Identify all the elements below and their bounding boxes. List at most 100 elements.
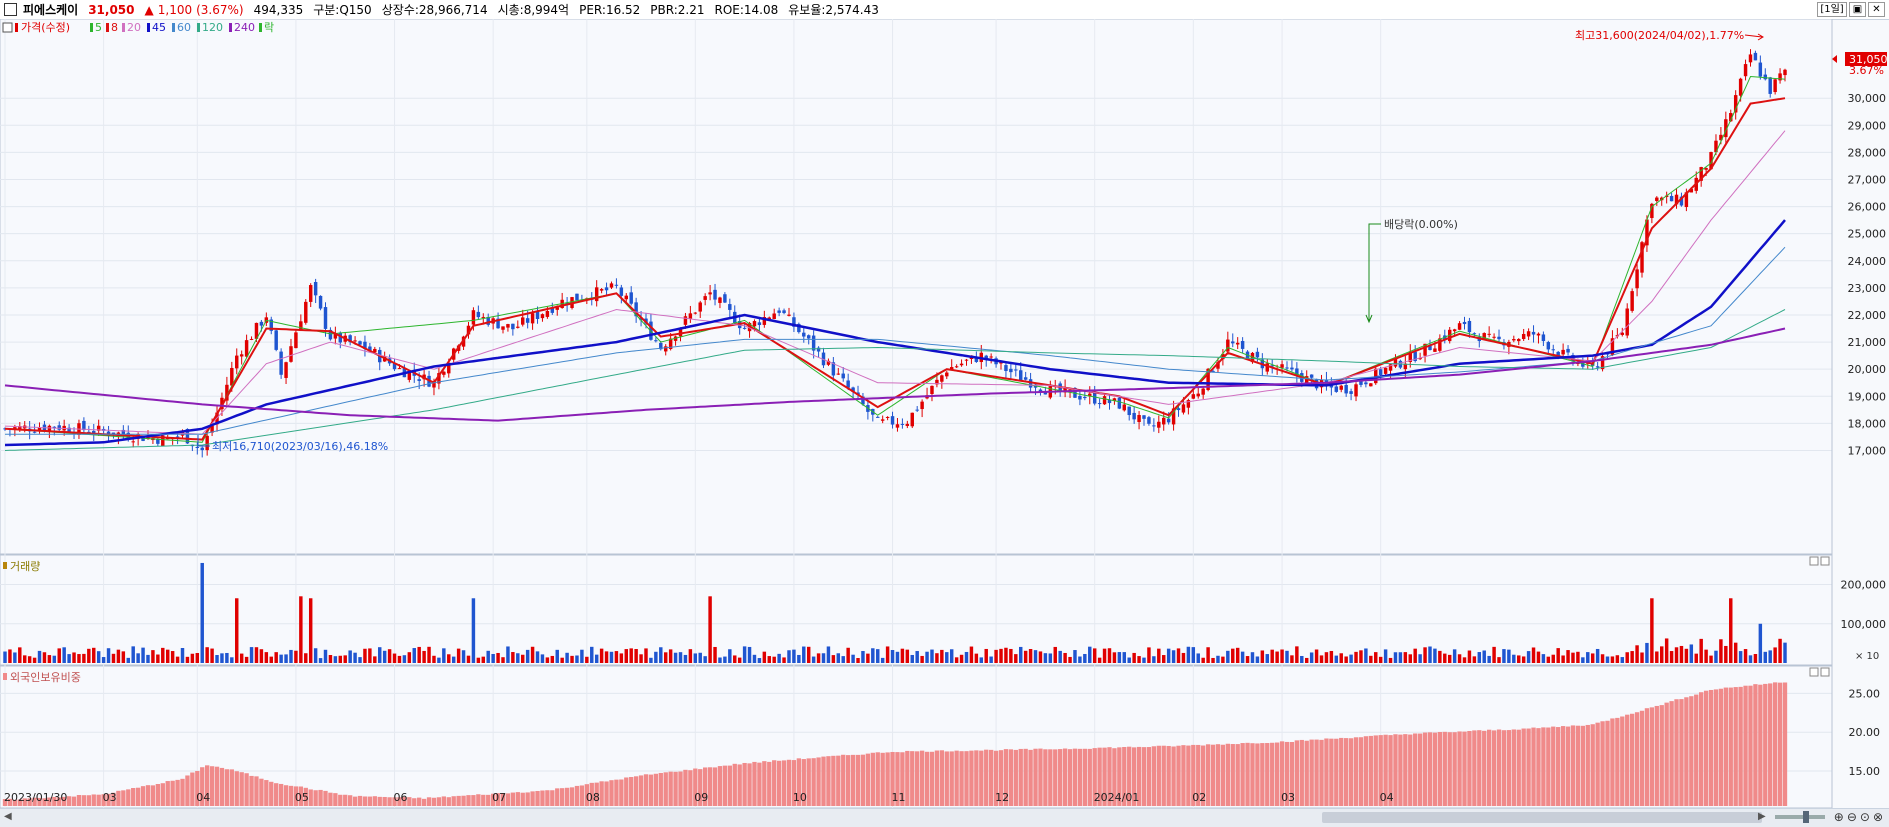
- legend-ma240-label[interactable]: 240: [234, 21, 255, 34]
- foreign-bar: [1570, 725, 1576, 806]
- shares-value: 상장수:28,966,714: [381, 3, 488, 17]
- volume-bar: [1171, 650, 1176, 663]
- candle-body: [1097, 403, 1102, 405]
- scroll-left-icon[interactable]: ◀: [4, 811, 12, 822]
- legend-ma8-label[interactable]: 8: [111, 21, 118, 34]
- foreign-bar: [525, 792, 530, 806]
- candle-body: [358, 341, 362, 345]
- volume-bar: [1058, 650, 1062, 663]
- legend-ma20-label[interactable]: 20: [127, 21, 141, 34]
- foreign-bar: [1294, 740, 1300, 806]
- volume-pane-title[interactable]: 거래량: [10, 560, 40, 573]
- x-tick-label: 02: [1192, 791, 1206, 804]
- candle-body: [1536, 333, 1541, 336]
- candle-body: [417, 379, 421, 381]
- foreign-bar: [555, 788, 560, 806]
- volume-bar: [205, 647, 209, 663]
- foreign-bar: [1482, 730, 1487, 806]
- candle-body: [575, 293, 579, 301]
- foreign-bar: [1215, 744, 1221, 806]
- zoom-fit-icon[interactable]: ⊙: [1860, 810, 1870, 824]
- volume-bar: [1206, 647, 1210, 663]
- candle-body: [683, 316, 688, 325]
- close-icon[interactable]: ✕: [1868, 2, 1885, 17]
- foreign-bar: [1023, 748, 1028, 806]
- foreign-pane-title[interactable]: 외국인보유비중: [10, 671, 81, 684]
- volume-bar: [1078, 656, 1082, 663]
- x-tick-label: 04: [1380, 791, 1394, 804]
- volume-bar: [373, 656, 377, 663]
- foreign-bar: [1511, 729, 1516, 806]
- volume-bar: [1783, 642, 1787, 663]
- candle-body: [1364, 382, 1368, 385]
- volume-bar: [599, 648, 604, 663]
- volume-bar: [1551, 654, 1555, 663]
- foreign-pane-max-icon[interactable]: [1809, 667, 1819, 677]
- candle-body: [920, 401, 924, 410]
- price-tick-label: 20,000: [1848, 363, 1887, 376]
- zoom-slider[interactable]: [1774, 811, 1825, 823]
- period-button[interactable]: [1일]: [1817, 2, 1847, 17]
- foreign-bar: [1462, 731, 1467, 806]
- candle-body: [900, 423, 905, 425]
- candle-body: [1285, 367, 1289, 369]
- candle-body: [397, 368, 402, 370]
- foreign-bar: [1348, 738, 1354, 806]
- volume-bar: [57, 648, 61, 663]
- volume-bar: [1102, 648, 1107, 663]
- candle-body: [772, 313, 776, 320]
- volume-bar: [87, 648, 91, 663]
- checkbox-icon[interactable]: [4, 3, 17, 16]
- foreign-bar: [1565, 726, 1571, 806]
- candle-body: [1092, 392, 1097, 404]
- foreign-bar: [377, 796, 382, 806]
- scroll-right-icon[interactable]: ▶: [1758, 811, 1766, 822]
- volume-bar: [1492, 646, 1496, 663]
- foreign-bar: [673, 771, 678, 806]
- legend-ma45-label[interactable]: 45: [152, 21, 166, 34]
- zoom-reset-icon[interactable]: ⊗: [1873, 810, 1883, 824]
- foreign-bar: [915, 751, 920, 806]
- volume-bar: [1112, 652, 1117, 663]
- foreign-bar: [850, 754, 856, 806]
- stock-name[interactable]: 피에스케이: [23, 1, 78, 18]
- zoom-in-icon[interactable]: ⊕: [1834, 810, 1844, 824]
- volume-pane-max-icon[interactable]: [1809, 556, 1819, 566]
- volume-bar: [1374, 652, 1378, 663]
- candle-body: [1497, 336, 1501, 340]
- foreign-bar: [1048, 749, 1053, 806]
- maximize-icon[interactable]: ▣: [1849, 2, 1866, 17]
- legend-ma5-label[interactable]: 5: [95, 21, 102, 34]
- candle-body: [841, 373, 845, 379]
- volume-bar: [851, 654, 855, 663]
- volume-bar: [1566, 650, 1570, 663]
- candle-body: [200, 447, 204, 451]
- volume-bar: [289, 649, 293, 663]
- volume-bar: [1398, 652, 1403, 663]
- foreign-bar: [1674, 699, 1679, 806]
- legend-ma60-label[interactable]: 60: [177, 21, 191, 34]
- zoom-out-icon[interactable]: ⊖: [1847, 810, 1857, 824]
- volume-bar: [151, 650, 155, 663]
- chart-scrollbar[interactable]: ◀ ▶ ⊕ ⊖ ⊙ ⊗: [0, 808, 1889, 827]
- legend-price-label[interactable]: 가격(수정): [21, 21, 70, 34]
- zoom-slider-knob[interactable]: [1802, 811, 1809, 823]
- legend-ma120-label[interactable]: 120: [202, 21, 223, 34]
- foreign-bar: [244, 773, 249, 806]
- foreign-pane-close-icon[interactable]: [1820, 667, 1830, 677]
- foreign-bar: [160, 783, 165, 806]
- volume-bar: [915, 651, 919, 663]
- chart-canvas[interactable]: 17,000 18,000 19,000 20,000 21,000 22,000 23,0…: [0, 19, 1889, 808]
- legend-checkbox-icon[interactable]: [2, 22, 13, 33]
- foreign-bar: [688, 770, 693, 806]
- foreign-bar: [1708, 689, 1714, 806]
- volume-bar: [1186, 646, 1191, 663]
- volume-bar: [1019, 646, 1023, 663]
- foreign-bar: [550, 790, 555, 806]
- legend-ex-label[interactable]: 락: [264, 21, 274, 34]
- volume-pane-close-icon[interactable]: [1820, 556, 1830, 566]
- foreign-bar: [885, 752, 890, 806]
- volume-bar: [62, 647, 66, 663]
- foreign-bar: [229, 769, 234, 806]
- scroll-thumb[interactable]: [1322, 812, 1762, 823]
